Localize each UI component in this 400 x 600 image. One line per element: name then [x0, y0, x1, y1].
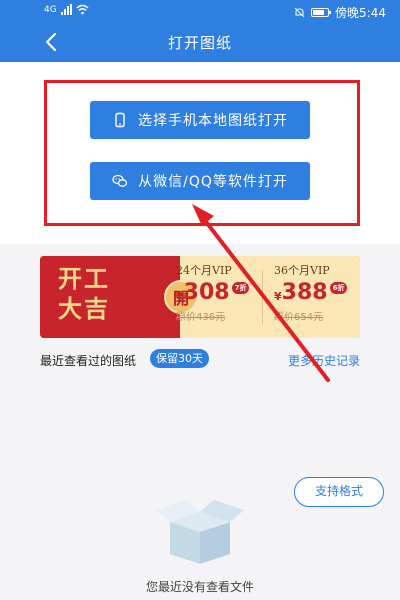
nav-bar: 打开图纸 [0, 22, 400, 62]
recent-drawings-label: 最近查看过的图纸 [40, 354, 137, 368]
open-wechat-label: 从微信/QQ等软件打开 [138, 174, 288, 190]
vip-24-currency: ¥ [176, 290, 184, 303]
supported-formats-button[interactable]: 支持格式 [294, 477, 384, 507]
mute-bell-icon [294, 7, 305, 18]
vip-24-offer[interactable]: 24个月VIP ¥ 308 7折 原价436元 [176, 262, 266, 323]
status-time: 傍晚5:44 [335, 6, 386, 20]
network-label: 4G [44, 4, 57, 15]
vip-24-price: ¥ 308 7折 [176, 282, 266, 304]
open-local-button[interactable]: 选择手机本地图纸打开 [90, 101, 310, 139]
open-wechat-button[interactable]: 从微信/QQ等软件打开 [90, 162, 310, 200]
vip-36-offer[interactable]: 36个月VIP ¥ 388 6折 原价654元 [274, 262, 360, 323]
status-left: 4G [44, 4, 89, 15]
vip-36-original: 原价654元 [274, 312, 324, 323]
vip-36-amount: 388 [281, 280, 328, 305]
vip-24-discount: 7折 [231, 282, 250, 294]
signal-icon [60, 4, 72, 15]
vip-36-price: ¥ 388 6折 [274, 282, 360, 304]
status-bar: 4G 傍晚5:44 [0, 0, 400, 22]
battery-icon [311, 8, 332, 17]
app-header: 4G 傍晚5:44 打开图纸 [0, 0, 400, 62]
vip-36-discount: 6折 [329, 282, 348, 294]
banner-left: 开工 大吉 [40, 256, 140, 338]
more-history-link[interactable]: 更多历史记录 [288, 352, 360, 369]
phone-icon [115, 112, 125, 128]
banner-title-line1: 开工 [58, 265, 110, 293]
wifi-icon [76, 4, 89, 15]
page-title: 打开图纸 [167, 34, 232, 52]
vip-36-currency: ¥ [274, 290, 282, 303]
vip-promo-banner[interactable]: 开工 大吉 開 24个月VIP ¥ 308 7折 原价436元 36个月VIP … [40, 256, 360, 338]
empty-state-text: 您最近没有查看文件 [145, 580, 254, 594]
vip-divider [262, 270, 263, 324]
vip-36-label: 36个月VIP [274, 264, 330, 277]
empty-box-icon [156, 500, 244, 564]
wechat-icon [112, 174, 128, 187]
vip-24-label: 24个月VIP [176, 264, 232, 277]
banner-title-line2: 大吉 [58, 295, 110, 323]
keep-days-badge: 保留30天 [150, 349, 209, 368]
open-local-label: 选择手机本地图纸打开 [138, 113, 288, 129]
status-right: 傍晚5:44 [294, 4, 386, 21]
vip-24-amount: 308 [183, 280, 230, 305]
banner-title: 开工 大吉 [58, 264, 110, 324]
vip-24-original: 原价436元 [176, 312, 226, 323]
